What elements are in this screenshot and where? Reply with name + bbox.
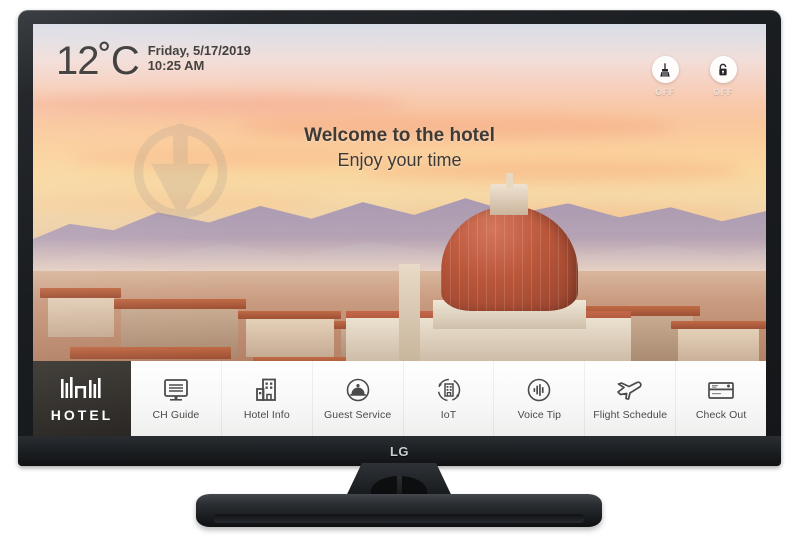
tv-screen: 12˚C Friday, 5/17/2019 10:25 AM OFF OFF … (33, 24, 766, 436)
stand-base (196, 494, 602, 527)
menu-item-voice-tip[interactable]: Voice Tip (494, 361, 586, 436)
menu-label: Check Out (695, 409, 747, 421)
time-text: 10:25 AM (147, 58, 205, 73)
building-icon (254, 376, 280, 402)
airplane-icon (615, 376, 645, 402)
menu-label: Flight Schedule (593, 409, 668, 421)
menu-label: CH Guide (152, 409, 200, 421)
datetime-block: Friday, 5/17/2019 10:25 AM (148, 43, 251, 73)
menu-item-flight-schedule[interactable]: Flight Schedule (585, 361, 677, 436)
date-text: Friday, 5/17/2019 (147, 43, 251, 58)
welcome-line-2: Enjoy your time (337, 150, 462, 170)
menu-item-iot[interactable]: IoT (404, 361, 495, 436)
hotel-logo-tile[interactable]: HOTEL (33, 361, 131, 436)
campanile-tower (398, 263, 420, 362)
status-bar: 12˚C Friday, 5/17/2019 10:25 AM OFF OFF (33, 24, 766, 114)
welcome-line-1: Welcome to the hotel (304, 125, 495, 146)
building (47, 294, 114, 338)
lg-brand-logo: LG (389, 443, 410, 459)
iot-building-icon (436, 376, 462, 402)
make-up-room-toggle[interactable]: OFF (644, 56, 686, 97)
menu-label: Guest Service (324, 409, 392, 421)
duomo-cathedral (345, 173, 632, 362)
hotel-logo-label: HOTEL (50, 406, 114, 423)
voice-waveform-icon (526, 376, 552, 402)
menu-item-check-out[interactable]: Check Out (676, 361, 766, 436)
menu-item-hotel-info[interactable]: Hotel Info (222, 361, 313, 436)
screenshot-root: 12˚C Friday, 5/17/2019 10:25 AM OFF OFF … (0, 0, 799, 537)
menu-label: Hotel Info (243, 409, 290, 421)
menu-item-ch-guide[interactable]: CH Guide (131, 361, 222, 436)
tv-list-icon (163, 376, 189, 402)
roof (670, 320, 766, 329)
roof (40, 287, 121, 298)
menu-item-guest-service[interactable]: Guest Service (313, 361, 404, 436)
roof (238, 310, 341, 319)
lock-icon (709, 56, 737, 83)
make-up-room-state: OFF (655, 87, 675, 97)
do-not-disturb-toggle[interactable]: OFF (702, 56, 744, 97)
credit-card-icon (707, 376, 735, 402)
hotel-skyline-icon (59, 376, 105, 403)
do-not-disturb-state: OFF (713, 87, 733, 97)
dome-spire (505, 173, 514, 188)
roof (69, 346, 231, 359)
home-menu-bar: HOTEL CH Guide Hotel Info Guest Service … (33, 361, 766, 436)
service-bell-icon (345, 376, 371, 402)
dome (440, 205, 579, 312)
menu-label: Voice Tip (517, 409, 562, 421)
building (245, 317, 334, 357)
roof (113, 299, 246, 310)
dome-lantern (490, 184, 529, 215)
room-service-toggles: OFF OFF (644, 56, 744, 97)
temperature-value: 12˚C (56, 39, 140, 83)
menu-label: IoT (440, 409, 457, 421)
weather-widget: 12˚C Friday, 5/17/2019 10:25 AM (56, 41, 251, 81)
welcome-message: Welcome to the hotel Enjoy your time (33, 124, 766, 172)
broom-icon (651, 56, 679, 83)
